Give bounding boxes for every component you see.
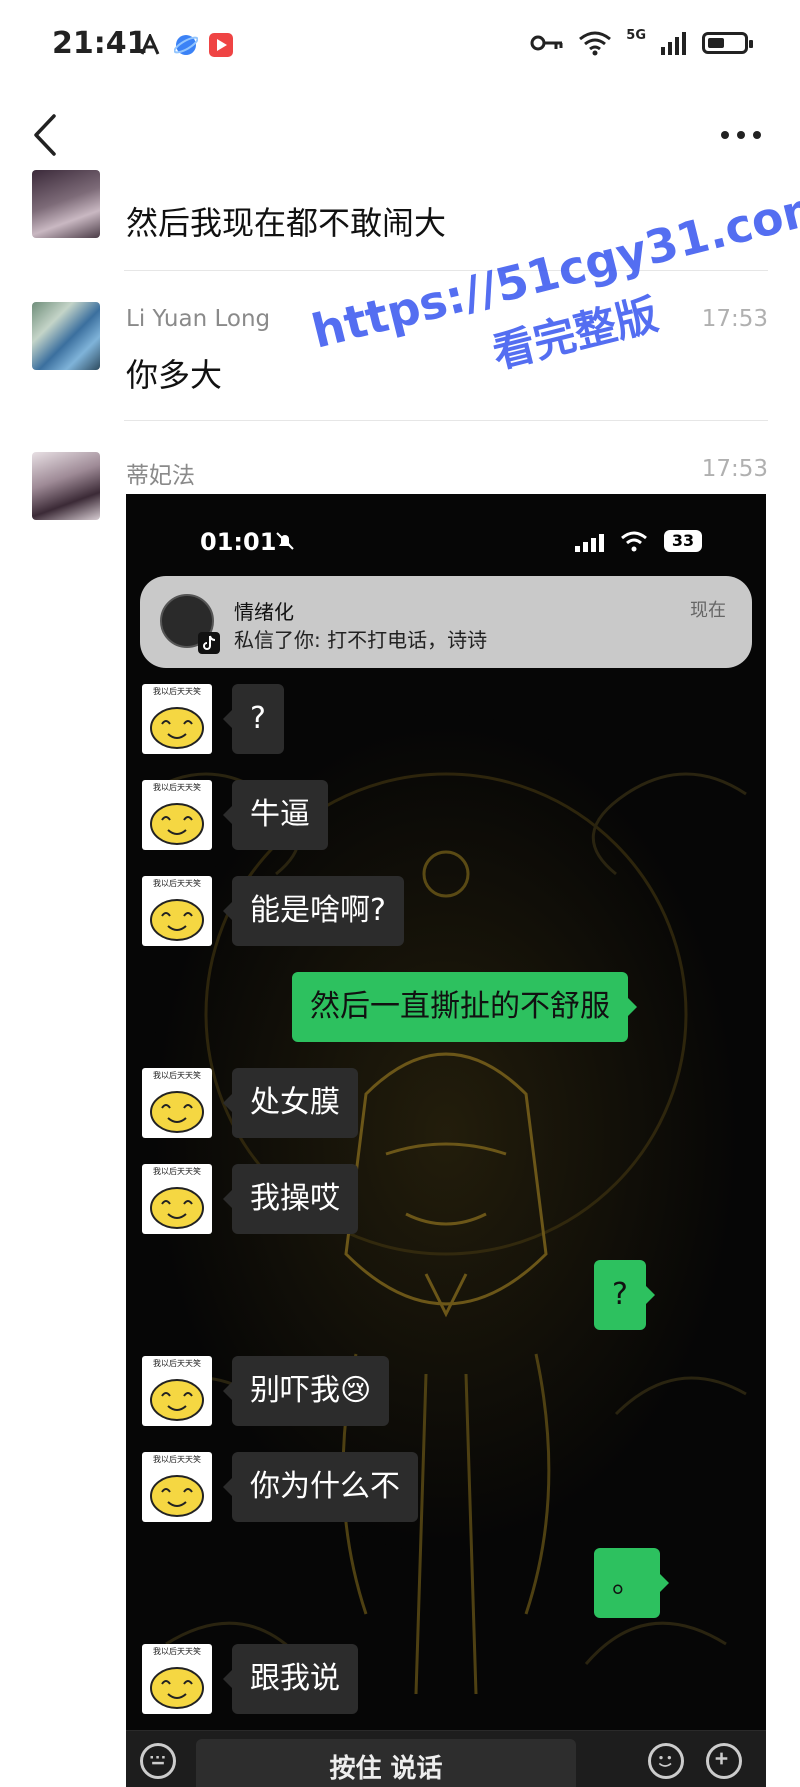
embedded-wifi-icon [621, 531, 647, 552]
message-time: 17:53 [701, 306, 768, 332]
keyboard-icon [140, 1743, 176, 1779]
embedded-status-bar: 01:01 33 [126, 494, 766, 574]
video-app-icon [209, 33, 233, 57]
embedded-input-bar: 按住 说话 [126, 1730, 766, 1787]
notification-title: 情绪化 [234, 600, 294, 624]
chat-bubble: 。 [594, 1548, 669, 1618]
sticker-avatar: 我以后天天笑 [142, 780, 212, 850]
chat-bubble: ? [223, 684, 284, 754]
sticker-avatar: 我以后天天笑 [142, 1356, 212, 1426]
message-item[interactable]: Li Yuan Long 17:53 你多大 [0, 270, 800, 421]
chat-bubble: 牛逼 [223, 780, 328, 850]
wifi-icon [579, 31, 612, 56]
chat-bubble: 别吓我😢 [222, 1356, 390, 1426]
battery-icon [702, 32, 753, 54]
chat-row: 我以后天天笑 别吓我😢 [126, 1356, 766, 1426]
chat-bubble: 处女膜 [223, 1068, 358, 1138]
nav-bar [0, 92, 800, 178]
chat-bubble: 跟我说 [223, 1644, 358, 1714]
status-bar: 21:41 5G [0, 0, 800, 92]
chat-bubble: 能是啥啊? [223, 876, 404, 946]
sticker-avatar: 我以后天天笑 [142, 1452, 212, 1522]
notification-time: 现在 [690, 600, 726, 621]
embedded-signal-icon [575, 534, 604, 552]
chat-row: ? [126, 1260, 766, 1330]
mute-bell-icon [276, 532, 294, 550]
notification-body: 私信了你: 打不打电话，诗诗 [234, 628, 488, 652]
chat-row: 我以后天天笑 处女膜 [126, 1068, 766, 1138]
hold-to-talk-button: 按住 说话 [196, 1739, 576, 1787]
chat-row: 我以后天天笑 你为什么不 [126, 1452, 766, 1522]
browser-icon [174, 35, 198, 55]
message-item[interactable]: 蒂妃法 17:53 [0, 420, 800, 520]
more-icon[interactable] [716, 120, 766, 150]
message-text: 你多大 [126, 356, 223, 394]
sender-name: 蒂妃法 [126, 463, 195, 489]
status-system-icons: 5G [530, 27, 753, 56]
back-icon[interactable] [26, 110, 66, 160]
chat-bubble: 你为什么不 [223, 1452, 418, 1522]
status-time: 21:41 [52, 26, 148, 61]
a-icon [140, 34, 160, 55]
sender-name: Li Yuan Long [126, 306, 271, 332]
avatar[interactable] [32, 452, 100, 520]
embedded-battery: 33 [664, 530, 702, 552]
signal-icon [661, 32, 686, 55]
chat-bubble: ? [594, 1260, 655, 1330]
embedded-status-time: 01:01 [200, 528, 277, 556]
chat-row: 。 [126, 1548, 766, 1618]
plus-icon [706, 1743, 742, 1779]
status-app-icons [140, 32, 234, 58]
chat-row: 我以后天天笑 我操哎 [126, 1164, 766, 1234]
key-icon [530, 35, 563, 51]
sticker-avatar: 我以后天天笑 [142, 1164, 212, 1234]
chat-row: 我以后天天笑 能是啥啊? [126, 876, 766, 946]
emoji-icon [648, 1743, 684, 1779]
avatar[interactable] [32, 302, 100, 370]
sticker-avatar: 我以后天天笑 [142, 1068, 212, 1138]
sticker-avatar: 我以后天天笑 [142, 684, 212, 754]
network-label: 5G [626, 27, 646, 43]
chat-bubble: 然后一直撕扯的不舒服 [292, 972, 637, 1042]
image-message[interactable]: 01:01 33 情绪化 私信了你: 打不打电话，诗诗 现在 我以后天天笑 ? … [126, 494, 766, 1787]
chat-row: 我以后天天笑 ? [126, 684, 766, 754]
tiktok-icon [198, 632, 220, 654]
chat-bubble: 我操哎 [223, 1164, 358, 1234]
message-text: 然后我现在都不敢闹大 [126, 204, 447, 242]
sticker-avatar: 我以后天天笑 [142, 876, 212, 946]
chat-row: 然后一直撕扯的不舒服 [126, 972, 766, 1042]
message-time: 17:53 [701, 456, 768, 482]
chat-row: 我以后天天笑 牛逼 [126, 780, 766, 850]
chat-row: 我以后天天笑 跟我说 [126, 1644, 766, 1714]
message-item[interactable]: 然后我现在都不敢闹大 [0, 170, 800, 271]
avatar[interactable] [32, 170, 100, 238]
notification-banner[interactable]: 情绪化 私信了你: 打不打电话，诗诗 现在 [140, 576, 752, 668]
sticker-avatar: 我以后天天笑 [142, 1644, 212, 1714]
